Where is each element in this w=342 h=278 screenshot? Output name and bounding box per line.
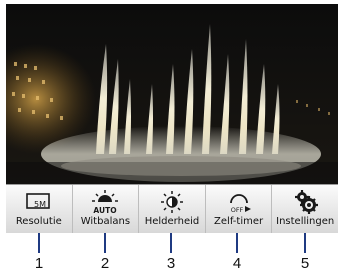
callout-line xyxy=(236,233,238,253)
viewfinder-photo xyxy=(6,4,338,184)
callout-3: 3 xyxy=(161,233,181,273)
resolution-label: Resolutie xyxy=(15,216,62,227)
white-balance-icon: AUTO xyxy=(90,189,120,215)
resolution-icon: 5M xyxy=(24,189,54,215)
white-balance-label: Witbalans xyxy=(80,216,131,227)
callout-line xyxy=(104,233,106,253)
callout-number: 1 xyxy=(34,255,44,272)
callout-2: 2 xyxy=(95,233,115,273)
callout-number: 2 xyxy=(100,255,110,272)
callout-5: 5 xyxy=(295,233,315,273)
self-timer-value: OFF xyxy=(230,206,243,214)
callout-number: 5 xyxy=(300,255,310,272)
white-balance-value: AUTO xyxy=(94,206,117,215)
callout-number: 3 xyxy=(166,255,176,272)
brightness-label: Helderheid xyxy=(144,216,200,227)
resolution-value: 5M xyxy=(34,200,46,209)
camera-toolbar: 5M Resolutie AUTO Witbalans Helderheid O… xyxy=(6,184,338,233)
callout-4: 4 xyxy=(227,233,247,273)
brightness-button[interactable]: Helderheid xyxy=(139,185,206,233)
callout-1: 1 xyxy=(29,233,49,273)
self-timer-button[interactable]: OFF Zelf-timer xyxy=(206,185,273,233)
callout-line xyxy=(38,233,40,253)
callout-number: 4 xyxy=(232,255,242,272)
brightness-icon xyxy=(157,189,187,215)
camera-screen: 5M Resolutie AUTO Witbalans Helderheid O… xyxy=(6,4,338,233)
settings-button[interactable]: Instellingen xyxy=(272,185,338,233)
self-timer-icon: OFF xyxy=(224,189,254,215)
callout-line xyxy=(304,233,306,253)
settings-icon xyxy=(290,189,320,215)
callout-line xyxy=(170,233,172,253)
self-timer-label: Zelf-timer xyxy=(214,216,264,227)
resolution-button[interactable]: 5M Resolutie xyxy=(6,185,73,233)
white-balance-button[interactable]: AUTO Witbalans xyxy=(73,185,140,233)
settings-label: Instellingen xyxy=(276,216,335,227)
callout-row: 1 2 3 4 5 xyxy=(6,233,338,278)
